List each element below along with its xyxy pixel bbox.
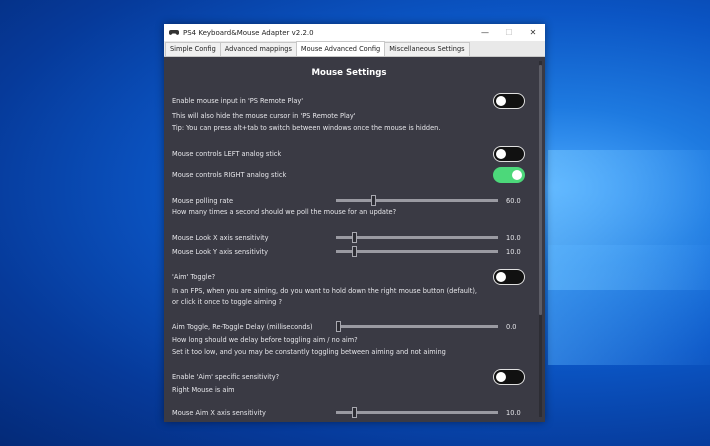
aim-toggle-desc-2: or click it once to toggle aiming ? (172, 298, 282, 306)
aim-sens-desc: Right Mouse is aim (172, 386, 235, 394)
look-y-slider[interactable] (336, 246, 498, 257)
polling-rate-slider[interactable] (336, 195, 498, 206)
slider-thumb[interactable] (371, 195, 376, 206)
toggle-knob (496, 372, 506, 382)
right-stick-label: Mouse controls RIGHT analog stick (172, 171, 287, 179)
look-x-value: 10.0 (506, 234, 521, 242)
tab-bar: Simple Config Advanced mappings Mouse Ad… (164, 41, 545, 57)
left-stick-toggle[interactable] (493, 146, 525, 162)
maximize-button[interactable]: ☐ (497, 24, 521, 41)
left-stick-label: Mouse controls LEFT analog stick (172, 150, 282, 158)
retoggle-desc-2: Set it too low, and you may be constantl… (172, 348, 446, 356)
tab-simple-config[interactable]: Simple Config (165, 42, 221, 56)
toggle-knob (496, 272, 506, 282)
vertical-scrollbar[interactable] (539, 61, 542, 417)
section-title: Mouse Settings (311, 68, 387, 78)
toggle-knob (512, 170, 522, 180)
aim-toggle-switch[interactable] (493, 269, 525, 285)
right-stick-toggle[interactable] (493, 167, 525, 183)
app-window: PS4 Keyboard&Mouse Adapter v2.2.0 — ☐ ✕ … (164, 24, 545, 422)
slider-thumb[interactable] (352, 246, 357, 257)
aim-toggle-label: 'Aim' Toggle? (172, 273, 216, 281)
aim-toggle-desc-1: In an FPS, when you are aiming, do you w… (172, 287, 478, 295)
aim-sensitivity-label: Enable 'Aim' specific sensitivity? (172, 373, 280, 381)
desktop-light-pane-lower (548, 245, 710, 365)
gamepad-icon (169, 30, 179, 35)
retoggle-desc-1: How long should we delay before toggling… (172, 336, 358, 344)
retoggle-delay-slider[interactable] (336, 321, 498, 332)
aim-sensitivity-toggle[interactable] (493, 369, 525, 385)
toggle-knob (496, 96, 506, 106)
aim-x-value: 10.0 (506, 409, 521, 417)
slider-thumb[interactable] (352, 407, 357, 418)
aim-x-slider[interactable] (336, 407, 498, 418)
scrollbar-thumb[interactable] (539, 65, 542, 315)
tab-mouse-advanced-config[interactable]: Mouse Advanced Config (295, 41, 386, 56)
toggle-knob (496, 149, 506, 159)
minimize-button[interactable]: — (473, 24, 497, 41)
alt-tab-tip: Tip: You can press alt+tab to switch bet… (172, 124, 441, 132)
tab-advanced-mappings[interactable]: Advanced mappings (219, 42, 297, 56)
window-title: PS4 Keyboard&Mouse Adapter v2.2.0 (183, 28, 314, 37)
polling-rate-label: Mouse polling rate (172, 197, 234, 205)
look-y-label: Mouse Look Y axis sensitivity (172, 248, 269, 256)
enable-mouse-toggle[interactable] (493, 93, 525, 109)
polling-rate-value: 60.0 (506, 197, 521, 205)
retoggle-delay-value: 0.0 (506, 323, 517, 331)
title-bar[interactable]: PS4 Keyboard&Mouse Adapter v2.2.0 — ☐ ✕ (164, 24, 545, 41)
slider-thumb[interactable] (352, 232, 357, 243)
polling-rate-desc: How many times a second should we poll t… (172, 208, 397, 216)
retoggle-delay-label: Aim Toggle, Re-Toggle Delay (millisecond… (172, 323, 313, 331)
mouse-settings-panel: Mouse Settings Enable mouse input in 'PS… (164, 57, 545, 422)
aim-x-label: Mouse Aim X axis sensitivity (172, 409, 266, 417)
enable-mouse-label: Enable mouse input in 'PS Remote Play' (172, 97, 304, 105)
look-x-slider[interactable] (336, 232, 498, 243)
hide-cursor-note: This will also hide the mouse cursor in … (172, 112, 356, 120)
close-button[interactable]: ✕ (521, 24, 545, 41)
tab-miscellaneous-settings[interactable]: Miscellaneous Settings (384, 42, 470, 56)
look-x-label: Mouse Look X axis sensitivity (172, 234, 269, 242)
look-y-value: 10.0 (506, 248, 521, 256)
slider-thumb[interactable] (336, 321, 341, 332)
